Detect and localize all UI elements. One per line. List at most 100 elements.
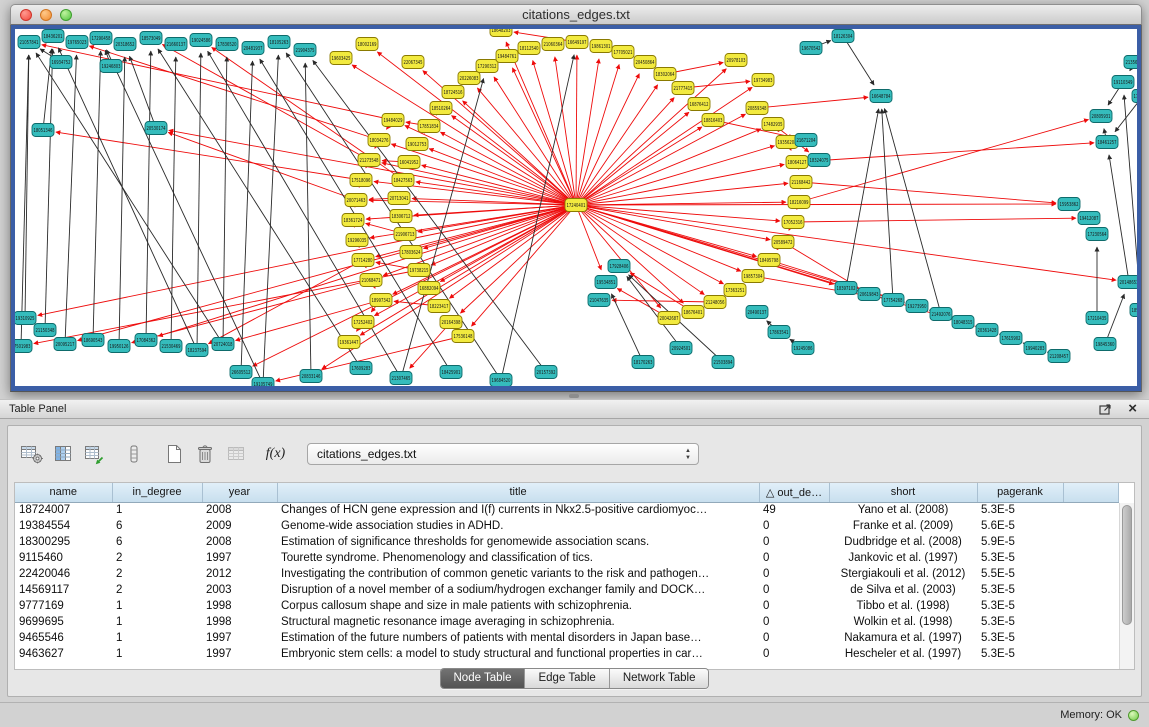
graph-node[interactable]: 20713041 <box>388 192 410 205</box>
show-columns-button[interactable] <box>49 441 76 467</box>
graph-node[interactable]: 21273548 <box>358 154 380 167</box>
graph-node[interactable]: 18302064 <box>654 68 676 81</box>
graph-node[interactable]: 18064127 <box>786 156 808 169</box>
network-canvas[interactable]: 17240401 18510264 17851834 19012753 16041952… <box>15 29 1137 386</box>
graph-node[interactable]: 18105263 <box>268 36 290 49</box>
table-row[interactable]: 969969511998Structural magnetic resonanc… <box>15 614 1118 630</box>
table-cell[interactable]: Jankovic et al. (1997) <box>829 550 977 566</box>
table-cell[interactable]: Corpus callosum shape and size in male p… <box>277 598 759 614</box>
tab-edge-table[interactable]: Edge Table <box>525 669 609 688</box>
graph-node[interactable]: 18237594 <box>186 344 208 357</box>
graph-node[interactable]: 17609283 <box>350 362 372 375</box>
column-header-out_degree[interactable]: △ out_de… <box>759 483 829 502</box>
table-row[interactable]: 1456911722003Disruption of a novel membe… <box>15 582 1118 598</box>
graph-node[interactable]: 21047635 <box>588 294 610 307</box>
table-vertical-scrollbar[interactable] <box>1119 503 1134 669</box>
table-disabled-button[interactable] <box>222 441 249 467</box>
graph-node[interactable]: 21307465 <box>390 372 412 385</box>
graph-node[interactable]: 19603425 <box>330 52 352 65</box>
table-cell[interactable]: 9115460 <box>15 550 112 566</box>
graph-edge[interactable] <box>146 51 151 340</box>
float-panel-button[interactable] <box>1096 403 1115 415</box>
graph-node[interactable]: 19012753 <box>406 138 428 151</box>
graph-edge[interactable] <box>576 205 741 271</box>
close-panel-button[interactable]: × <box>1125 403 1140 415</box>
graph-node[interactable]: 20589472 <box>772 236 794 249</box>
column-header-title[interactable]: title <box>277 483 759 502</box>
graph-edge[interactable] <box>197 53 201 350</box>
graph-edge[interactable] <box>477 88 576 205</box>
column-header-in_degree[interactable]: in_degree <box>112 483 202 502</box>
table-cell[interactable]: 6 <box>112 534 202 550</box>
graph-node[interactable]: 19273950 <box>906 300 928 313</box>
graph-node[interactable]: 20042687 <box>658 312 680 325</box>
table-cell[interactable]: 1 <box>112 598 202 614</box>
graph-node[interactable]: 20071463 <box>345 194 367 207</box>
table-cell[interactable]: 0 <box>759 630 829 646</box>
graph-node[interactable]: 20481937 <box>242 42 264 55</box>
close-window-button[interactable] <box>20 9 32 21</box>
graph-edge[interactable] <box>449 205 576 298</box>
graph-node[interactable]: 19310925 <box>15 312 36 325</box>
table-cell[interactable]: 2 <box>112 582 202 598</box>
table-cell[interactable]: Hescheler et al. (1997) <box>829 646 977 662</box>
graph-node[interactable]: 18816403 <box>702 114 724 127</box>
graph-node[interactable]: 18724516 <box>442 86 464 99</box>
table-cell[interactable]: 9463627 <box>15 646 112 662</box>
graph-node[interactable]: 19861301 <box>590 40 612 53</box>
graph-node[interactable]: 17705021 <box>612 46 634 59</box>
graph-node[interactable]: 17928406 <box>608 260 630 273</box>
graph-node[interactable]: 18306712 <box>390 210 412 223</box>
graph-node[interactable]: 16041952 <box>398 156 420 169</box>
graph-node[interactable]: 17615902 <box>1000 332 1022 345</box>
graph-node[interactable]: 20490137 <box>746 306 768 319</box>
graph-node[interactable]: 22067345 <box>402 56 424 69</box>
graph-node[interactable]: 21904375 <box>294 44 316 57</box>
table-cell[interactable]: 5.5E-5 <box>977 566 1063 582</box>
table-cell[interactable]: 6 <box>112 518 202 534</box>
graph-node[interactable]: 19412087 <box>1078 212 1100 225</box>
table-cell[interactable]: 0 <box>759 566 829 582</box>
graph-node[interactable]: 17754268 <box>882 294 904 307</box>
table-cell[interactable]: 2008 <box>202 502 277 518</box>
panel-splitter-handle[interactable] <box>569 394 579 398</box>
table-cell[interactable]: 5.3E-5 <box>977 614 1063 630</box>
graph-node[interactable]: 21906713 <box>394 228 416 241</box>
graph-edge[interactable] <box>797 143 1094 162</box>
graph-node[interactable]: 26605512 <box>230 366 252 379</box>
graph-node[interactable]: 20157392 <box>535 366 557 379</box>
graph-node[interactable]: 19857304 <box>742 270 764 283</box>
graph-node[interactable]: 17290312 <box>476 60 498 73</box>
table-cell[interactable]: Franke et al. (2009) <box>829 518 977 534</box>
table-cell[interactable]: 2003 <box>202 582 277 598</box>
graph-node[interactable]: 20619843 <box>858 288 880 301</box>
table-mode-button[interactable] <box>18 441 45 467</box>
graph-node[interactable]: 20978103 <box>725 54 747 67</box>
table-row[interactable]: 2242004622012Investigating the contribut… <box>15 566 1118 582</box>
graph-node[interactable]: 21060364 <box>542 38 564 51</box>
table-cell[interactable]: Tourette syndrome. Phenomenology and cla… <box>277 550 759 566</box>
table-cell[interactable]: 14569117 <box>15 582 112 598</box>
graph-node[interactable]: 17240401 <box>565 199 587 212</box>
table-cell[interactable]: Changes of HCN gene expression and I(f) … <box>277 502 759 518</box>
table-row[interactable]: 1830029562008Estimation of significance … <box>15 534 1118 550</box>
graph-edge[interactable] <box>130 56 156 128</box>
table-cell[interactable]: Wolkin et al. (1998) <box>829 614 977 630</box>
graph-node[interactable]: 17692410 <box>1132 90 1137 103</box>
graph-node[interactable]: 18510264 <box>430 102 452 115</box>
graph-node[interactable]: 20095217 <box>54 338 76 351</box>
graph-node[interactable]: 19296035 <box>346 234 368 247</box>
graph-edge[interactable] <box>576 87 752 205</box>
graph-node[interactable]: 19684520 <box>490 374 512 387</box>
graph-node[interactable]: 21671204 <box>795 134 817 147</box>
table-cell[interactable]: 9777169 <box>15 598 112 614</box>
table-cell[interactable]: 1997 <box>202 630 277 646</box>
graph-edge[interactable] <box>533 60 576 205</box>
table-row[interactable]: 1872400712008Changes of HCN gene express… <box>15 502 1118 518</box>
table-row[interactable]: 911546021997Tourette syndrome. Phenomeno… <box>15 550 1118 566</box>
graph-node[interactable]: 17851834 <box>418 120 440 133</box>
graph-node[interactable]: 17714280 <box>352 254 374 267</box>
graph-node[interactable]: 19534851 <box>595 276 617 289</box>
table-cell[interactable]: de Silva et al. (2003) <box>829 582 977 598</box>
table-cell[interactable]: 2 <box>112 550 202 566</box>
